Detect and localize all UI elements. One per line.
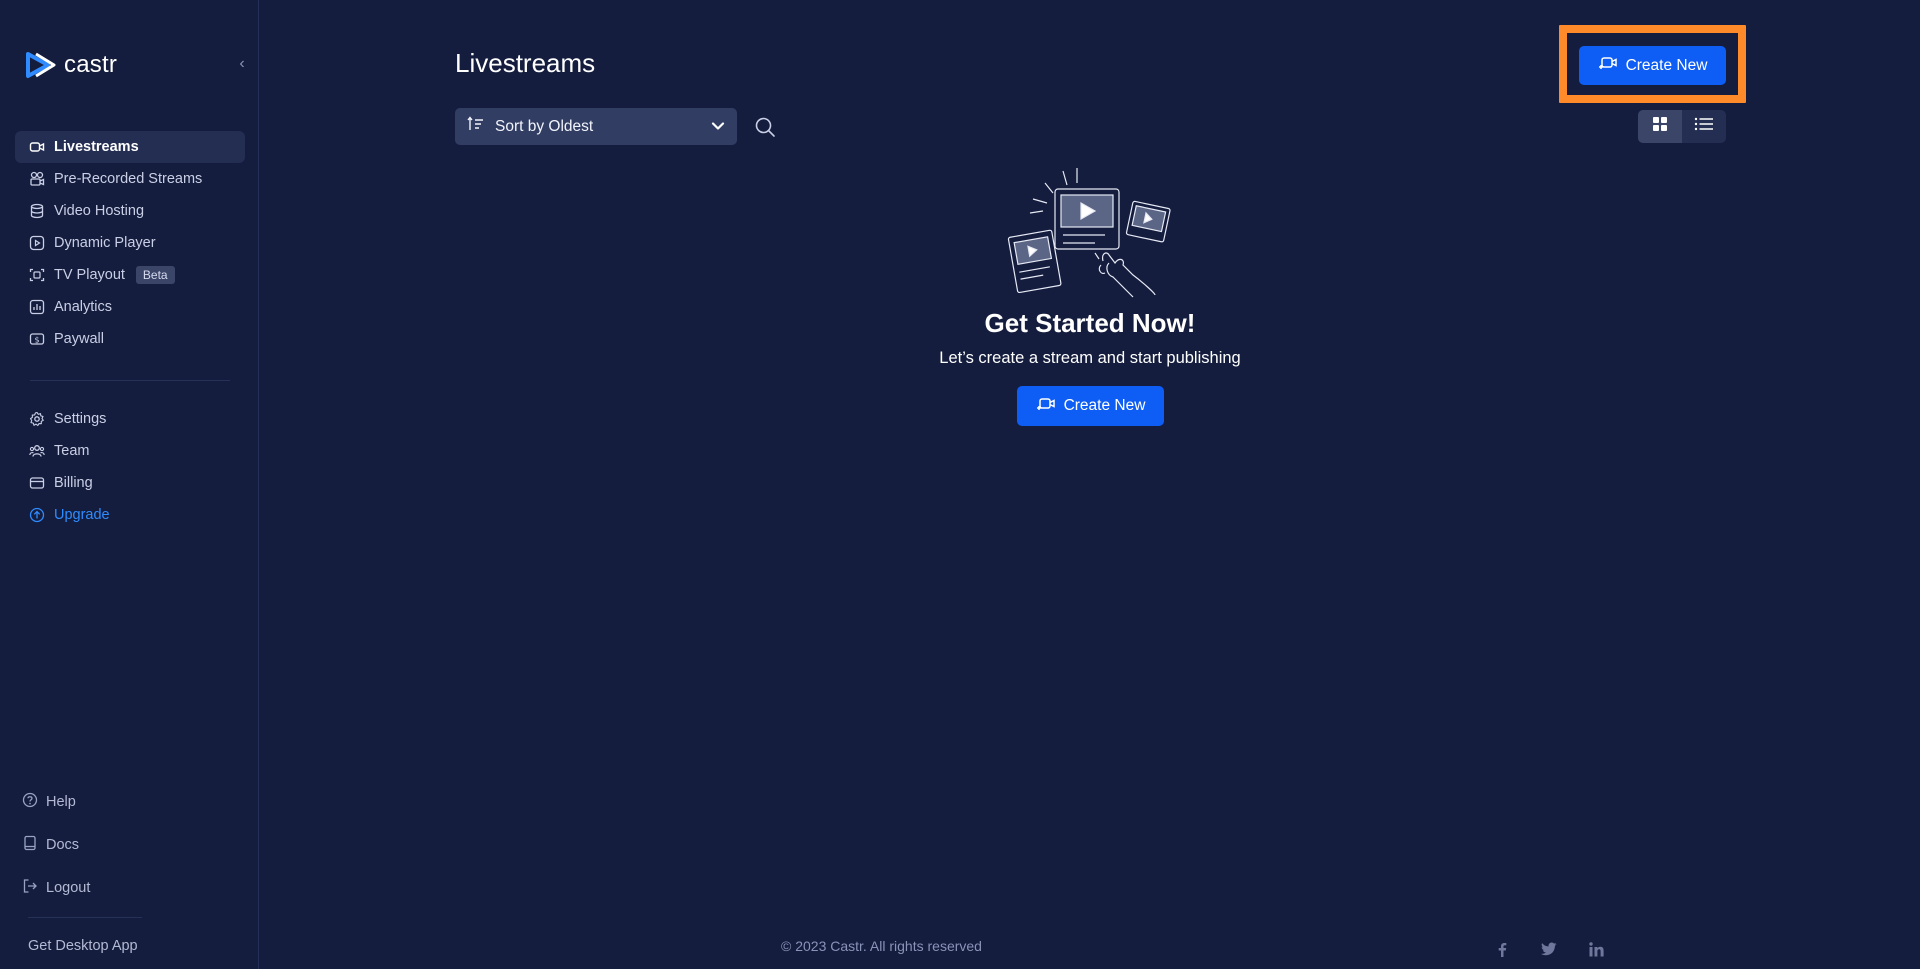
play-box-icon <box>29 235 45 251</box>
page-title: Livestreams <box>455 48 596 78</box>
grid-icon <box>1652 116 1668 137</box>
list-view-button[interactable] <box>1682 110 1726 143</box>
team-icon <box>29 443 45 459</box>
sidebar-item-tv-playout[interactable]: TV Playout Beta <box>15 259 245 291</box>
help-label: Help <box>46 793 76 810</box>
collapse-sidebar-icon[interactable]: ‹ <box>234 55 250 72</box>
twitter-icon[interactable] <box>1541 942 1557 959</box>
sidebar-item-billing[interactable]: Billing <box>15 467 245 499</box>
create-new-button[interactable]: Create New <box>1579 46 1726 85</box>
sidebar-bottom-nav: Help Docs Logout <box>22 780 222 909</box>
sidebar-item-label: Dynamic Player <box>54 235 156 251</box>
sort-dropdown[interactable]: Sort by Oldest <box>455 108 737 145</box>
sidebar-bottom-divider <box>28 917 142 918</box>
docs-label: Docs <box>46 836 80 853</box>
brand-name: castr <box>64 51 118 78</box>
card-icon <box>29 475 45 491</box>
sidebar-item-settings[interactable]: Settings <box>15 403 245 435</box>
sidebar-item-upgrade[interactable]: Upgrade <box>15 499 245 531</box>
book-icon <box>22 835 38 855</box>
sidebar-item-video-hosting[interactable]: Video Hosting <box>15 195 245 227</box>
add-video-icon <box>1598 55 1618 76</box>
sidebar-item-label: Video Hosting <box>54 203 145 219</box>
chevron-down-icon <box>711 118 725 136</box>
logout-label: Logout <box>46 879 91 896</box>
sidebar-item-docs[interactable]: Docs <box>22 823 222 866</box>
castr-logo-icon <box>26 52 56 78</box>
sort-icon <box>467 115 485 138</box>
empty-state-illustration <box>1005 163 1175 298</box>
gear-icon <box>29 411 45 427</box>
empty-state-subtitle: Let’s create a stream and start publishi… <box>939 349 1241 367</box>
create-new-label: Create New <box>1625 56 1708 74</box>
database-icon <box>29 203 45 219</box>
sidebar: castr ‹ Livestreams Pre-Recorded Streams… <box>0 0 259 969</box>
sidebar-item-team[interactable]: Team <box>15 435 245 467</box>
facebook-icon[interactable] <box>1497 942 1507 961</box>
sidebar-item-dynamic-player[interactable]: Dynamic Player <box>15 227 245 259</box>
create-new-label: Create New <box>1063 397 1146 414</box>
sidebar-item-label: TV Playout <box>54 267 125 283</box>
pre-recorded-icon <box>29 171 45 187</box>
sidebar-item-help[interactable]: Help <box>22 780 222 823</box>
upgrade-icon <box>29 507 45 523</box>
sidebar-item-label: Team <box>54 443 90 459</box>
sidebar-item-label: Livestreams <box>54 139 139 155</box>
sidebar-item-logout[interactable]: Logout <box>22 866 222 909</box>
sidebar-item-label: Pre-Recorded Streams <box>54 171 203 187</box>
search-icon[interactable] <box>754 116 776 138</box>
help-icon <box>22 792 38 812</box>
logout-icon <box>22 878 38 898</box>
add-video-icon <box>1036 396 1056 417</box>
list-icon <box>1694 116 1714 137</box>
create-new-stream-button[interactable]: Create New <box>1017 386 1164 426</box>
sidebar-secondary-nav: Settings Team Billing Upgrade <box>15 403 245 531</box>
sidebar-item-label: Settings <box>54 411 107 427</box>
video-camera-icon <box>29 139 45 155</box>
grid-view-button[interactable] <box>1638 110 1682 143</box>
sidebar-item-pre-recorded-streams[interactable]: Pre-Recorded Streams <box>15 163 245 195</box>
view-toggle <box>1638 110 1726 143</box>
get-desktop-app-link[interactable]: Get Desktop App <box>28 938 138 954</box>
beta-badge: Beta <box>135 266 175 284</box>
tv-playout-icon <box>29 267 45 283</box>
empty-state-title: Get Started Now! <box>984 308 1196 338</box>
sidebar-item-livestreams[interactable]: Livestreams <box>15 131 245 163</box>
sidebar-item-label: Billing <box>54 475 93 491</box>
castr-logo[interactable]: castr <box>22 50 117 80</box>
sidebar-divider <box>30 380 230 381</box>
sort-label: Sort by Oldest <box>495 117 594 135</box>
sidebar-item-label: Upgrade <box>54 507 110 523</box>
linkedin-icon[interactable] <box>1589 942 1604 960</box>
footer-copyright: © 2023 Castr. All rights reserved <box>781 938 982 954</box>
